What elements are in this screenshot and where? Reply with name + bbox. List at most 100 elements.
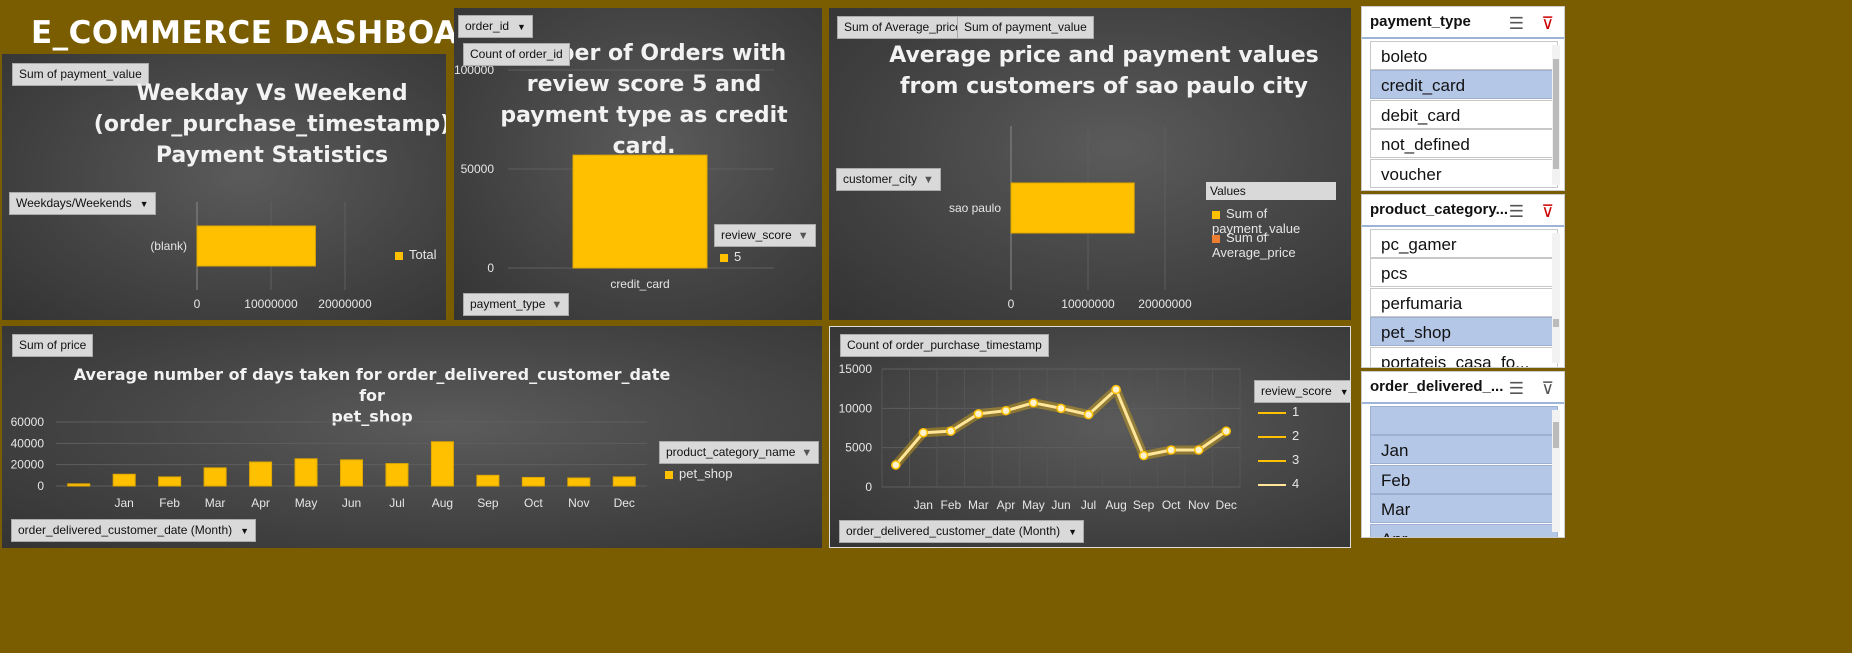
bar-month — [158, 476, 182, 487]
orders-review-panel: 0 50000 100000 credit_card order_id ▼ Number… — [454, 8, 822, 320]
slicer-item-pcs[interactable]: pcs — [1370, 258, 1558, 287]
review-score-label-2: review_score — [1261, 384, 1332, 398]
x-tick-label: Feb — [941, 498, 962, 512]
bar-month — [612, 476, 636, 487]
data-point — [891, 460, 901, 470]
data-point — [946, 426, 956, 436]
slicer-title: order_delivered_... — [1370, 378, 1504, 395]
legend-swatch — [1212, 234, 1220, 243]
clear-filter-icon[interactable]: ⊽ — [1542, 197, 1554, 227]
data-point — [1083, 409, 1094, 420]
x-tick-label: Nov — [568, 496, 589, 510]
product-category-name-legend-button[interactable]: product_category_name ▼ — [659, 441, 820, 464]
data-point — [1001, 405, 1011, 416]
legend-line-icon — [1258, 483, 1286, 486]
bar-month — [521, 476, 545, 487]
scroll-thumb[interactable] — [1553, 59, 1559, 169]
slicer-scrollbar[interactable] — [1552, 233, 1560, 363]
order-id-filter-button[interactable]: order_id ▼ — [458, 15, 533, 38]
slicer-item-credit-card[interactable]: credit_card — [1370, 70, 1558, 99]
y-tick-label: 0 — [865, 480, 872, 494]
slicer-title: payment_type — [1370, 13, 1471, 30]
dropdown-icon: ▼ — [1339, 387, 1349, 397]
data-point — [1221, 426, 1231, 436]
slicer-item-blank[interactable] — [1370, 406, 1558, 435]
order-delivered-slicer: order_delivered_... ☰ ⊽ Jan Feb Mar Apr — [1361, 371, 1565, 538]
x-tick-label: 10000000 — [1061, 297, 1115, 311]
slicer-title: product_category... — [1370, 201, 1509, 218]
x-tick-label: credit_card — [610, 277, 669, 291]
slicer-item-not-defined[interactable]: not_defined — [1370, 129, 1558, 158]
order-delivered-month-field-button[interactable]: order_delivered_customer_date (Month) ▼ — [11, 519, 257, 542]
bar-sao_paulo-0 — [1010, 182, 1135, 234]
scroll-thumb[interactable] — [1553, 319, 1559, 327]
slicer-item-pc-gamer[interactable]: pc_gamer — [1370, 229, 1558, 258]
bar-month — [203, 467, 227, 487]
slicer-item-apr[interactable]: Apr — [1370, 524, 1558, 537]
slicer-item-pet-shop[interactable]: pet_shop — [1370, 317, 1558, 346]
slicer-scrollbar[interactable] — [1552, 45, 1560, 185]
slicer-item-perfumaria[interactable]: perfumaria — [1370, 288, 1558, 317]
x-tick-label: Mar — [205, 496, 226, 510]
filter-icon: ▼ — [797, 230, 809, 242]
sao-paulo-panel: Sum of Average_price Sum of payment_valu… — [829, 8, 1351, 320]
count-order-id-field-button[interactable]: Count of order_id — [463, 43, 570, 66]
sao-paulo-legend-2: Sum of Average_price — [1212, 230, 1351, 260]
timestamp-legend-2: 2 — [1258, 428, 1299, 443]
x-tick-label: Aug — [1105, 498, 1126, 512]
slicer-item-mar[interactable]: Mar — [1370, 494, 1558, 523]
filter-icon: ▼ — [551, 299, 563, 311]
slicer-header: product_category... ☰ ⊽ — [1362, 195, 1564, 227]
timestamp-legend-1: 1 — [1258, 404, 1299, 419]
review-score-legend-button-2[interactable]: review_score ▼ — [1254, 380, 1350, 403]
x-tick-label: 10000000 — [244, 297, 298, 311]
legend-swatch — [395, 251, 403, 260]
review-score-legend-button[interactable]: review_score ▼ — [714, 224, 816, 247]
y-tick-label: 10000 — [839, 401, 873, 415]
slicer-item-boleto[interactable]: boleto — [1370, 41, 1558, 70]
orders-legend: 5 — [720, 249, 741, 264]
x-tick-label: Dec — [1216, 498, 1237, 512]
scroll-thumb[interactable] — [1553, 422, 1559, 448]
clear-filter-icon[interactable]: ⊽ — [1542, 374, 1554, 404]
clear-filter-icon[interactable]: ⊽ — [1542, 9, 1554, 39]
bar-month — [294, 458, 318, 487]
slicer-item-debit-card[interactable]: debit_card — [1370, 100, 1558, 129]
slicer-item-feb[interactable]: Feb — [1370, 465, 1558, 494]
multi-select-icon[interactable]: ☰ — [1509, 374, 1524, 404]
slicer-item-jan[interactable]: Jan — [1370, 435, 1558, 464]
pet-shop-legend-label: pet_shop — [679, 466, 733, 481]
x-tick-label: Apr — [251, 496, 270, 510]
weekday-weekend-panel: Sum of payment_value Weekday Vs Weekend … — [2, 54, 446, 320]
y-tick-label: 40000 — [11, 436, 45, 450]
sao-paulo-legend-2-label: Sum of Average_price — [1212, 230, 1296, 260]
slicer-item-voucher[interactable]: voucher — [1370, 159, 1558, 188]
data-point — [918, 427, 929, 438]
filter-icon: ▼ — [923, 174, 934, 186]
timestamp-legend-4-label: 4 — [1292, 476, 1300, 491]
x-tick-label: Oct — [524, 496, 543, 510]
bar-month — [430, 441, 454, 487]
slicer-header: order_delivered_... ☰ ⊽ — [1362, 372, 1564, 404]
slicer-scrollbar[interactable] — [1552, 410, 1560, 532]
multi-select-icon[interactable]: ☰ — [1509, 9, 1524, 39]
weekday-legend: Total — [395, 247, 436, 262]
y-tick-label: 5000 — [845, 441, 872, 455]
legend-swatch — [665, 470, 673, 479]
y-tick-label: 20000 — [11, 458, 45, 472]
payment-type-field-button[interactable]: payment_type ▼ — [463, 293, 570, 316]
x-tick-label: May — [295, 496, 318, 510]
multi-select-icon[interactable]: ☰ — [1509, 197, 1524, 227]
data-point — [1028, 398, 1039, 408]
customer-city-field-button[interactable]: customer_city ▼ — [836, 168, 941, 191]
bar-month — [249, 461, 273, 487]
order-delivered-month-label-2: order_delivered_customer_date (Month) — [846, 524, 1061, 538]
x-tick-label: Jun — [1051, 498, 1070, 512]
y-tick-label: 60000 — [11, 415, 45, 429]
slicer-item-portateis[interactable]: portateis_casa_fo... — [1370, 347, 1558, 367]
x-tick-label: Oct — [1162, 498, 1181, 512]
x-tick-label: Jul — [389, 496, 404, 510]
x-tick-label: 20000000 — [318, 297, 372, 311]
x-tick-label: Jul — [1081, 498, 1096, 512]
order-delivered-month-field-button-2[interactable]: order_delivered_customer_date (Month) ▼ — [839, 520, 1085, 543]
